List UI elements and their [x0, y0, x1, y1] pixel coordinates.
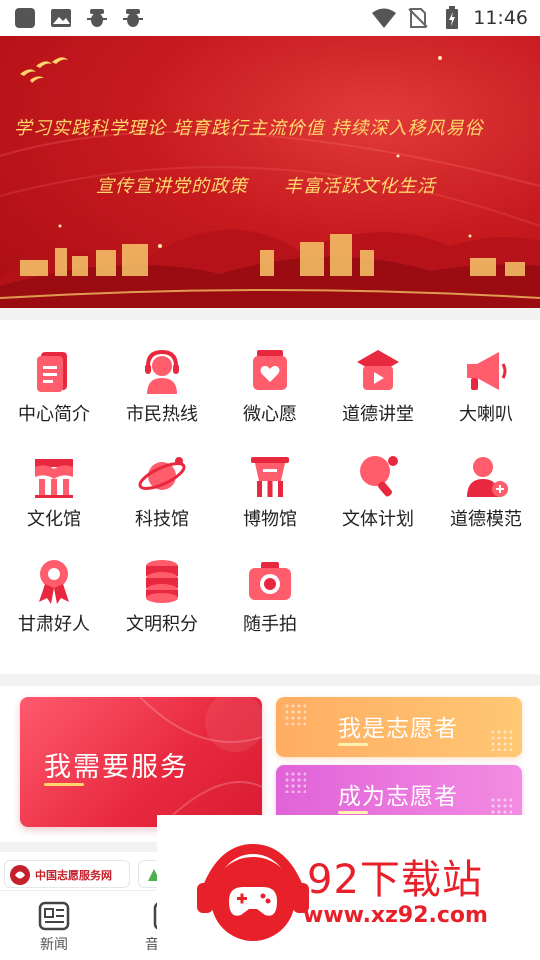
award-ribbon-icon [39, 560, 69, 604]
battery-charging-icon [439, 5, 465, 31]
i-am-volunteer-card[interactable]: 我是志愿者 [276, 697, 522, 757]
dot-pattern [284, 703, 306, 725]
ping-pong-icon [360, 456, 398, 497]
person-plus-icon [467, 457, 508, 497]
nav-label: 新闻 [40, 937, 68, 953]
i-am-volunteer-label: 我是志愿者 [338, 716, 458, 742]
accent-bar [44, 783, 84, 786]
watermark-title: 92下载站 [307, 857, 483, 903]
partner-label: 中国志愿服务网 [35, 869, 112, 882]
watermark-url: www.xz92.com [303, 903, 488, 928]
dot-pattern [284, 771, 306, 793]
heart-box-icon [253, 350, 287, 390]
watermark-logo-icon [197, 843, 309, 941]
no-sim-icon [405, 5, 431, 31]
camera-icon [249, 562, 291, 600]
grid-label: 道德讲堂 [342, 404, 414, 425]
banner-slogan-2-right: 丰富活跃文化生活 [284, 176, 436, 197]
grid-item-center-intro[interactable]: 中心简介 [0, 330, 108, 430]
grid-label: 大喇叭 [459, 404, 513, 425]
document-icon [37, 352, 67, 392]
grid-item-sports-plan[interactable]: 文体计划 [324, 435, 432, 535]
grid-item-loudspeaker[interactable]: 大喇叭 [432, 330, 540, 430]
image-icon [48, 5, 74, 31]
grid-item-science-museum[interactable]: 科技馆 [108, 435, 216, 535]
grid-label: 市民热线 [126, 404, 198, 425]
become-volunteer-label: 成为志愿者 [338, 784, 458, 810]
grid-label: 道德模范 [450, 509, 522, 530]
grid-item-culture-hall[interactable]: 文化馆 [0, 435, 108, 535]
grid-label: 微心愿 [243, 404, 297, 425]
banner-slogan-2: 宣传宣讲党的政策 丰富活跃文化生活 [96, 172, 436, 198]
grid-label: 中心简介 [18, 404, 90, 425]
banner[interactable]: 学习实践科学理论 培育践行主流价值 持续深入移风易俗 宣传宣讲党的政策 丰富活跃文… [0, 36, 540, 308]
grid-item-civilization-points[interactable]: 文明积分 [108, 540, 216, 640]
news-icon [38, 901, 70, 931]
grid-item-citizen-hotline[interactable]: 市民热线 [108, 330, 216, 430]
grid-label: 科技馆 [135, 509, 189, 530]
bug-icon [84, 5, 110, 31]
grid-label: 文明积分 [126, 614, 198, 635]
grid-label: 博物馆 [243, 509, 297, 530]
grid-item-moral-lecture[interactable]: 道德讲堂 [324, 330, 432, 430]
grid-label: 文化馆 [27, 509, 81, 530]
section-divider [0, 674, 540, 686]
partner-link-volunteer-net[interactable]: 中国志愿服务网 [4, 860, 130, 888]
bug-icon [120, 5, 146, 31]
nav-item-news[interactable]: 新闻 [24, 899, 84, 954]
accent-bar [338, 743, 368, 746]
wifi-icon [371, 5, 397, 31]
banner-slogan-2-left: 宣传宣讲党的政策 [96, 176, 248, 197]
grid-item-gansu-good-people[interactable]: 甘肃好人 [0, 540, 108, 640]
book-building-icon [35, 459, 73, 498]
watermark-overlay: 92下载站 www.xz92.com [157, 815, 540, 960]
status-bar: 11:46 [0, 0, 540, 36]
accent-bar [338, 811, 368, 814]
app-square-icon [12, 5, 38, 31]
volunteer-logo-icon [10, 865, 30, 885]
ancient-vessel-icon [251, 457, 289, 497]
video-play-icon [357, 350, 399, 390]
grid-label: 随手拍 [243, 614, 297, 635]
need-service-label: 我需要服务 [44, 752, 189, 783]
grid-item-snapshot[interactable]: 随手拍 [216, 540, 324, 640]
headset-icon [145, 349, 179, 394]
status-time: 11:46 [473, 7, 528, 29]
section-divider [0, 308, 540, 320]
megaphone-icon [467, 352, 507, 390]
coin-stack-icon [146, 560, 178, 603]
grid-item-moral-model[interactable]: 道德模范 [432, 435, 540, 535]
planet-icon [138, 457, 186, 490]
grid-label: 文体计划 [342, 509, 414, 530]
grid-label: 甘肃好人 [18, 614, 90, 635]
dot-pattern [490, 729, 512, 751]
banner-slogan-1: 学习实践科学理论 培育践行主流价值 持续深入移风易俗 [14, 118, 484, 139]
grid-item-museum[interactable]: 博物馆 [216, 435, 324, 535]
need-service-card[interactable]: 我需要服务 [20, 697, 262, 827]
grid-item-micro-wish[interactable]: 微心愿 [216, 330, 324, 430]
